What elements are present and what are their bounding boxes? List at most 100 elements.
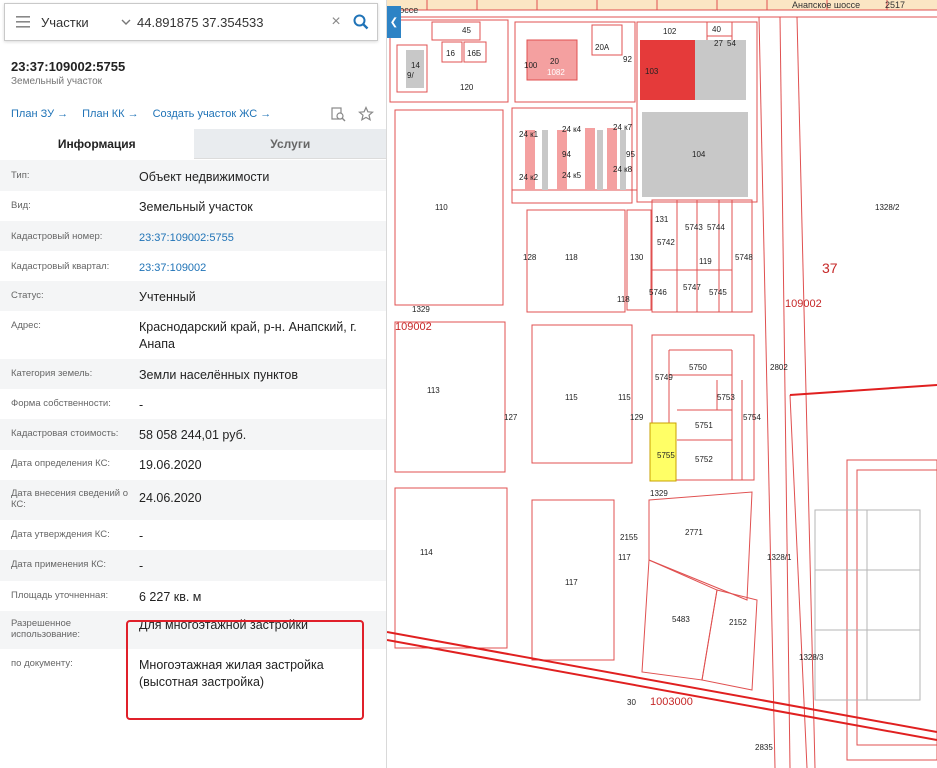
row-label: Кадастровая стоимость: — [11, 428, 119, 439]
row-type: Тип: Объект недвижимости — [0, 160, 386, 191]
row-label: Кадастровый номер: — [11, 231, 103, 242]
row-value: 24.06.2020 — [139, 491, 202, 505]
parcel-label: 5750 — [689, 363, 707, 372]
parcel-label: 5483 — [672, 615, 690, 624]
info-panel: Участки × 23:37:109002:5755 Земельный уч… — [0, 0, 387, 768]
parcel-label: 131 — [655, 215, 669, 224]
tab-info[interactable]: Информация — [0, 129, 194, 159]
row-value: Объект недвижимости — [139, 170, 270, 184]
row-value: Земли населённых пунктов — [139, 368, 298, 382]
road-label: Анапское шоссе — [792, 0, 860, 10]
tool-icons — [330, 106, 374, 122]
row-ks-application-date: Дата применения КС: - — [0, 550, 386, 581]
plan-links: План ЗУ → План КК → Создать участок ЖС → — [11, 108, 271, 120]
parcel-label: 24 к4 — [562, 125, 582, 134]
collapse-panel-button[interactable]: ❮ — [387, 6, 401, 38]
parcel-label: 100 — [524, 61, 538, 70]
row-label: Статус: — [11, 290, 44, 301]
close-icon[interactable]: × — [327, 13, 345, 31]
row-label: Площадь уточненная: — [11, 590, 109, 601]
parcel-label: 24 к2 — [519, 173, 539, 182]
parcel-label: 102 — [663, 27, 677, 36]
parcel-label: 20 — [550, 57, 559, 66]
panel-tabs: Информация Услуги — [0, 129, 386, 159]
parcel-label: 94 — [562, 150, 571, 159]
row-area: Площадь уточненная: 6 227 кв. м — [0, 581, 386, 611]
parcel-number: 23:37:109002:5755 — [11, 59, 126, 74]
parcel-label: 118 — [617, 295, 630, 304]
search-icon — [353, 14, 369, 30]
parcel-label: 128 — [523, 253, 537, 262]
parcel-label: 14 — [411, 61, 420, 70]
parcel-label: 1328/2 — [875, 203, 900, 212]
row-by-document: по документу: Многоэтажная жилая застрой… — [0, 649, 386, 719]
parcel-label: 5747 — [683, 283, 701, 292]
cadastral-map[interactable]: шоссе Анапское шоссе 2517 37 109002 1090… — [387, 0, 937, 768]
parcel-label: 117 — [565, 578, 578, 587]
parcel-label: 5743 — [685, 223, 703, 232]
plan-kk-link[interactable]: План КК → — [82, 108, 138, 120]
row-label: Тип: — [11, 170, 30, 181]
row-ks-approval-date: Дата утверждения КС: - — [0, 520, 386, 550]
row-label: Дата утверждения КС: — [11, 529, 110, 540]
parcel-label: 5752 — [695, 455, 713, 464]
quarter-label: 109002 — [785, 298, 822, 310]
tab-services[interactable]: Услуги — [193, 129, 386, 159]
row-value: 58 058 244,01 руб. — [139, 428, 247, 442]
row-label: Дата определения КС: — [11, 458, 111, 469]
row-kind: Вид: Земельный участок — [0, 191, 386, 221]
search-button[interactable] — [345, 14, 377, 30]
row-label: Разрешенное использование: — [11, 618, 81, 640]
parcel-label: 113 — [427, 386, 440, 395]
parcel-label: 45 — [462, 26, 471, 35]
parcel-label: 117 — [618, 553, 631, 562]
row-value: 6 227 кв. м — [139, 590, 202, 604]
row-status: Статус: Учтенный — [0, 281, 386, 311]
attribute-list: Тип: Объект недвижимости Вид: Земельный … — [0, 160, 386, 719]
parcel-label: 5755 — [657, 451, 675, 460]
row-address: Адрес: Краснодарский край, р-н. Анапский… — [0, 311, 386, 359]
parcel-label: 5744 — [707, 223, 725, 232]
row-permitted-use: Разрешенное использование: Для многоэтаж… — [0, 611, 386, 649]
row-value: - — [139, 529, 144, 543]
parcel-label: 1328/3 — [799, 653, 824, 662]
search-input[interactable] — [137, 7, 327, 37]
star-icon[interactable] — [358, 106, 374, 122]
row-value: - — [139, 559, 144, 573]
row-label: Категория земель: — [11, 368, 93, 379]
parcel-label: 2155 — [620, 533, 638, 542]
plan-zu-link[interactable]: План ЗУ → — [11, 108, 68, 120]
cadastral-number-link[interactable]: 23:37:109002:5755 — [139, 230, 379, 247]
row-value: Многоэтажная жилая застройка (высотная з… — [139, 658, 324, 689]
parcel-label: 114 — [420, 548, 433, 557]
create-parcel-link[interactable]: Создать участок ЖС → — [153, 108, 272, 120]
map-label: 2517 — [885, 0, 905, 10]
parcel-label: 1328/1 — [767, 553, 792, 562]
row-value: Для многоэтажной застройки — [139, 618, 308, 632]
parcel-label: 5742 — [657, 238, 675, 247]
parcel-label: 115 — [618, 393, 631, 402]
parcel-label: 103 — [645, 67, 659, 76]
parcel-label: 2152 — [729, 618, 747, 627]
row-ownership: Форма собственности: - — [0, 389, 386, 419]
search-document-icon[interactable] — [330, 106, 346, 122]
row-label: Вид: — [11, 200, 31, 211]
parcel-label: 24 к1 — [519, 130, 539, 139]
parcel-label: 5749 — [655, 373, 673, 382]
row-label: Дата применения КС: — [11, 559, 107, 570]
parcel-label: 9/ — [407, 71, 414, 80]
parcel-label: 130 — [630, 253, 644, 262]
parcel-label: 92 — [623, 55, 632, 64]
parcel-label: 5748 — [735, 253, 753, 262]
parcel-label: 54 — [727, 39, 736, 48]
row-land-category: Категория земель: Земли населённых пункт… — [0, 359, 386, 389]
quarter-label: 37 — [822, 260, 838, 276]
parcel-label: 30 — [627, 698, 636, 707]
cadastral-quarter-link[interactable]: 23:37:109002 — [139, 260, 379, 277]
parcel-label: 5751 — [695, 421, 713, 430]
layer-select[interactable]: Участки — [41, 15, 137, 30]
row-label: Адрес: — [11, 320, 41, 331]
parcel-label: 127 — [504, 413, 518, 422]
quarter-label: 1003000 — [650, 696, 693, 708]
menu-icon[interactable] — [5, 4, 41, 40]
